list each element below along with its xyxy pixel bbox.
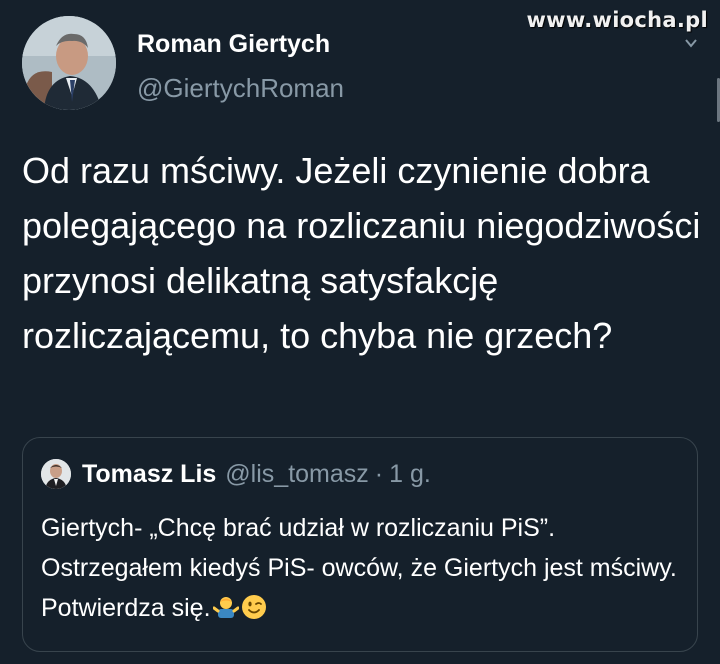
- tweet-text: Od razu mściwy. Jeżeli czynienie dobra p…: [22, 150, 701, 356]
- tweet-screen: www.wiocha.pl Roman Giertych @GiertychRo…: [0, 0, 720, 664]
- avatar-photo: [22, 16, 116, 110]
- chevron-down-icon[interactable]: [684, 36, 698, 50]
- author-display-name[interactable]: Roman Giertych: [137, 30, 330, 59]
- person-shrugging-emoji: [212, 597, 239, 618]
- separator-dot: ·: [374, 459, 384, 488]
- winking-face-emoji: [241, 595, 266, 619]
- author-avatar[interactable]: [22, 16, 116, 110]
- quoted-tweet-card[interactable]: Tomasz Lis @lis_tomasz · 1 g. Giertych- …: [22, 437, 698, 652]
- quoted-author-avatar[interactable]: [41, 459, 71, 489]
- quoted-author-name[interactable]: Tomasz Lis: [82, 460, 216, 489]
- quoted-tweet-header: Tomasz Lis @lis_tomasz · 1 g.: [41, 458, 431, 490]
- quoted-tweet-text-block: Giertych- „Chcę brać udział w rozliczani…: [41, 508, 691, 628]
- watermark: www.wiocha.pl: [526, 8, 708, 32]
- quoted-author-handle[interactable]: @lis_tomasz: [225, 460, 368, 489]
- quoted-avatar-photo: [41, 459, 71, 489]
- quoted-tweet-text: Giertych- „Chcę brać udział w rozliczani…: [41, 514, 677, 622]
- quoted-tweet-time[interactable]: 1 g.: [389, 460, 431, 489]
- author-handle[interactable]: @GiertychRoman: [137, 73, 344, 104]
